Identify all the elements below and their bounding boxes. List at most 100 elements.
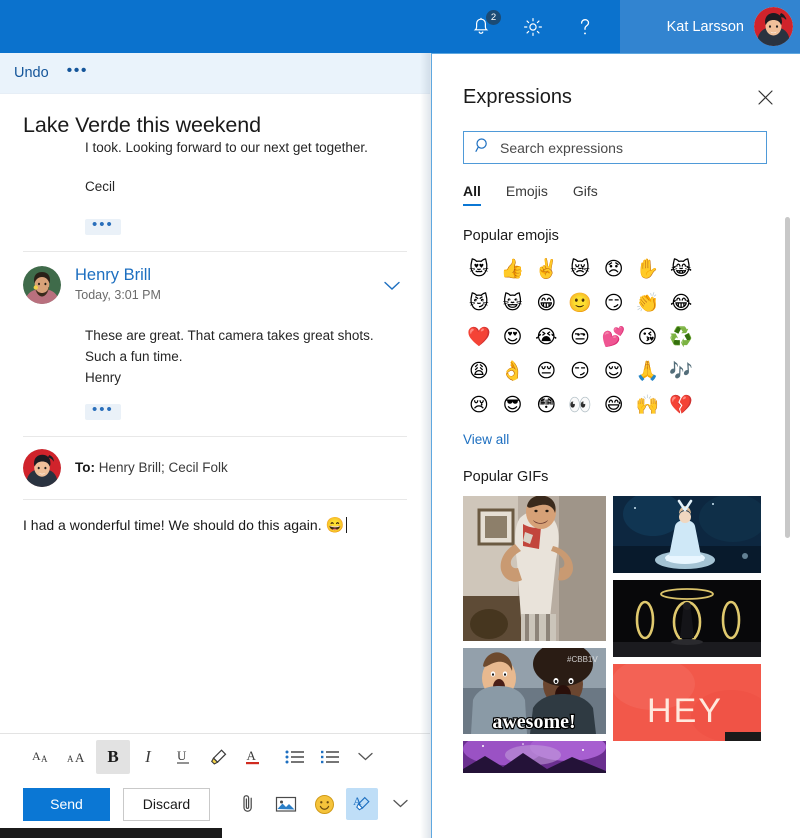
emoji-cell[interactable]: 😩 <box>462 358 496 384</box>
emoji-cell[interactable]: 😳 <box>529 392 563 418</box>
emoji-cell[interactable]: 😍 <box>496 324 530 350</box>
avatar-kat-larsson[interactable] <box>754 7 793 46</box>
emoji-cell[interactable]: 👍 <box>496 256 530 282</box>
view-all-emojis-link[interactable]: View all <box>432 418 509 447</box>
expressions-icon[interactable]: A <box>346 788 378 820</box>
account-name-label: Kat Larsson <box>666 18 744 35</box>
account-menu[interactable]: Kat Larsson <box>620 0 800 53</box>
help-question-icon[interactable] <box>572 14 598 40</box>
gif-ice-performer[interactable] <box>613 496 761 573</box>
popular-gifs-heading: Popular GIFs <box>463 469 549 485</box>
tab-all[interactable]: All <box>463 183 481 206</box>
highlight-eraser-icon[interactable] <box>201 740 235 774</box>
search-placeholder: Search expressions <box>500 139 623 156</box>
more-formatting-chevron-down-icon[interactable] <box>348 740 382 774</box>
emoji-cell[interactable]: 😭 <box>529 324 563 350</box>
emoji-cell[interactable]: ✌️ <box>529 256 563 282</box>
gif-column-left: #CBB1V awesome! <box>463 496 606 773</box>
message-sender-name[interactable]: Henry Brill <box>75 266 161 284</box>
message-henry-signature: Henry <box>85 369 122 385</box>
font-color-button[interactable]: A <box>236 740 270 774</box>
emoji-cell[interactable]: 😌 <box>597 358 631 384</box>
gif-man-dancing[interactable] <box>463 496 606 641</box>
emoji-cell[interactable]: 😼 <box>462 290 496 316</box>
svg-text:awesome!: awesome! <box>492 711 575 733</box>
message-collapse-chevron-down-icon[interactable] <box>384 278 400 296</box>
emoji-cell[interactable]: 👏 <box>631 290 665 316</box>
insert-emoji-smiley-face-icon[interactable] <box>308 788 340 820</box>
italic-button[interactable]: I <box>131 740 165 774</box>
send-button[interactable]: Send <box>23 787 110 821</box>
compose-recipients-row[interactable]: To: Henry Brill; Cecil Folk <box>16 437 414 499</box>
os-taskbar <box>0 828 222 838</box>
notification-count-badge: 2 <box>486 9 501 25</box>
message-henry-more-button[interactable]: ••• <box>85 402 121 420</box>
insert-picture-icon[interactable] <box>270 788 302 820</box>
message-cecil-body: I took. Looking forward to our next get … <box>85 138 414 198</box>
emoji-cell[interactable]: 😏 <box>563 358 597 384</box>
gif-rings-stage[interactable] <box>613 580 761 657</box>
settings-gear-icon[interactable] <box>520 14 546 40</box>
emoji-cell[interactable]: 😿 <box>563 256 597 282</box>
avatar-henry-brill[interactable] <box>23 265 61 304</box>
emoji-cell[interactable]: 👀 <box>563 392 597 418</box>
tab-gifs[interactable]: Gifs <box>573 183 598 206</box>
emoji-cell[interactable]: 🙌 <box>631 392 665 418</box>
header-icon-group: 2 <box>468 0 598 53</box>
gif-purple-sky[interactable] <box>463 741 606 773</box>
attach-paperclip-icon[interactable] <box>232 788 264 820</box>
bulleted-list-button[interactable] <box>278 740 312 774</box>
emoji-cell[interactable]: 😒 <box>563 324 597 350</box>
underline-button[interactable]: U <box>166 740 200 774</box>
search-icon <box>475 137 491 158</box>
emoji-cell[interactable]: 😘 <box>631 324 665 350</box>
emoji-cell[interactable]: 💔 <box>664 392 698 418</box>
emoji-cell[interactable]: 🙏 <box>631 358 665 384</box>
notification-bell-icon[interactable]: 2 <box>468 9 501 40</box>
emoji-cell[interactable]: 👌 <box>496 358 530 384</box>
compose-action-bar: Send Discard A <box>0 780 430 828</box>
emoji-cell[interactable]: 😞 <box>597 256 631 282</box>
emoji-cell[interactable]: ✋ <box>631 256 665 282</box>
emoji-cell[interactable]: 🙂 <box>563 290 597 316</box>
expressions-panel: Expressions Search expressions All Emoji… <box>431 53 800 838</box>
emoji-cell[interactable]: 😻 <box>462 256 496 282</box>
emoji-cell[interactable]: 😏 <box>597 290 631 316</box>
bold-button[interactable]: B <box>96 740 130 774</box>
svg-text:#CBB1V: #CBB1V <box>567 655 598 664</box>
emoji-cell[interactable]: 💕 <box>597 324 631 350</box>
emoji-cell[interactable]: 😎 <box>496 392 530 418</box>
undo-more-options-button[interactable]: ••• <box>67 63 88 80</box>
decrease-font-size-button[interactable]: A A <box>26 740 60 774</box>
tab-emojis[interactable]: Emojis <box>506 183 548 206</box>
more-actions-chevron-down-icon[interactable] <box>384 788 416 820</box>
expressions-title: Expressions <box>463 85 572 108</box>
emoji-cell[interactable]: 😁 <box>529 290 563 316</box>
expressions-scrollbar[interactable] <box>785 217 790 538</box>
numbered-list-button[interactable] <box>313 740 347 774</box>
gif-hey-text[interactable]: HEY <box>613 664 761 741</box>
increase-font-size-button[interactable]: A A <box>61 740 95 774</box>
search-input[interactable]: Search expressions <box>463 131 767 164</box>
message-cecil-more-button[interactable]: ••• <box>85 217 121 235</box>
popular-emojis-heading: Popular emojis <box>463 228 559 244</box>
emoji-cell[interactable]: 😹 <box>664 256 698 282</box>
compose-message-body[interactable]: I had a wonderful time! We should do thi… <box>16 500 414 650</box>
undo-bar: Undo ••• <box>0 53 430 94</box>
emoji-cell[interactable]: 😢 <box>462 392 496 418</box>
discard-button[interactable]: Discard <box>123 787 210 821</box>
gif-awesome-reaction[interactable]: #CBB1V awesome! <box>463 648 606 734</box>
emoji-cell[interactable]: ❤️ <box>462 324 496 350</box>
undo-button[interactable]: Undo <box>14 65 49 81</box>
emoji-cell[interactable]: 😂 <box>664 290 698 316</box>
text-caret <box>346 516 348 533</box>
emoji-cell[interactable]: 😅 <box>597 392 631 418</box>
svg-text:A: A <box>247 748 257 763</box>
compose-body-text: I had a wonderful time! We should do thi… <box>23 516 322 533</box>
emoji-cell[interactable]: 😺 <box>496 290 530 316</box>
emoji-cell[interactable]: ♻️ <box>664 324 698 350</box>
emoji-cell[interactable]: 😔 <box>529 358 563 384</box>
close-icon[interactable] <box>752 84 778 110</box>
compose-to-field[interactable]: To: Henry Brill; Cecil Folk <box>75 460 228 475</box>
emoji-cell[interactable]: 🎶 <box>664 358 698 384</box>
